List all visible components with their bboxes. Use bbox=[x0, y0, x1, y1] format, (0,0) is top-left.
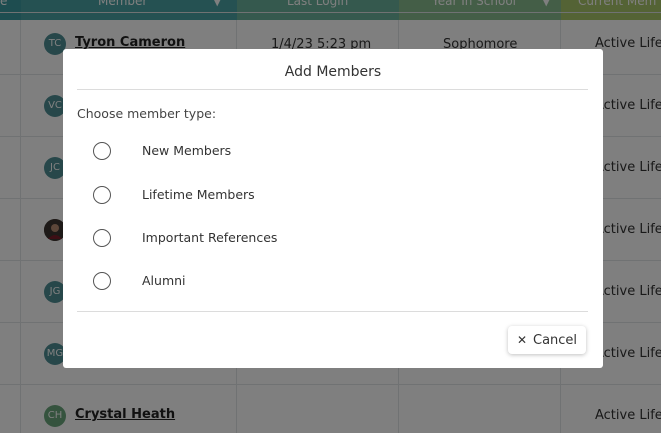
radio-button[interactable] bbox=[93, 142, 111, 160]
cancel-label: Cancel bbox=[533, 332, 578, 348]
option-important-references[interactable]: Important References bbox=[91, 226, 571, 250]
footer-divider bbox=[77, 311, 588, 312]
option-alumni[interactable]: Alumni bbox=[91, 269, 571, 293]
title-divider bbox=[77, 89, 588, 90]
add-members-dialog: Add Members Choose member type: New Memb… bbox=[63, 49, 603, 368]
option-lifetime-members[interactable]: Lifetime Members bbox=[91, 183, 571, 207]
option-label[interactable]: Important References bbox=[142, 230, 277, 245]
option-label[interactable]: Alumni bbox=[142, 273, 186, 288]
option-label[interactable]: New Members bbox=[142, 143, 231, 158]
member-type-prompt: Choose member type: bbox=[77, 106, 217, 121]
close-icon: ✕ bbox=[516, 333, 527, 347]
radio-button[interactable] bbox=[93, 272, 111, 290]
radio-button[interactable] bbox=[93, 229, 111, 247]
cancel-button[interactable]: ✕ Cancel bbox=[508, 326, 586, 354]
dialog-title: Add Members bbox=[284, 64, 382, 80]
radio-button[interactable] bbox=[93, 186, 111, 204]
option-label[interactable]: Lifetime Members bbox=[142, 187, 255, 202]
option-new-members[interactable]: New Members bbox=[91, 139, 571, 163]
